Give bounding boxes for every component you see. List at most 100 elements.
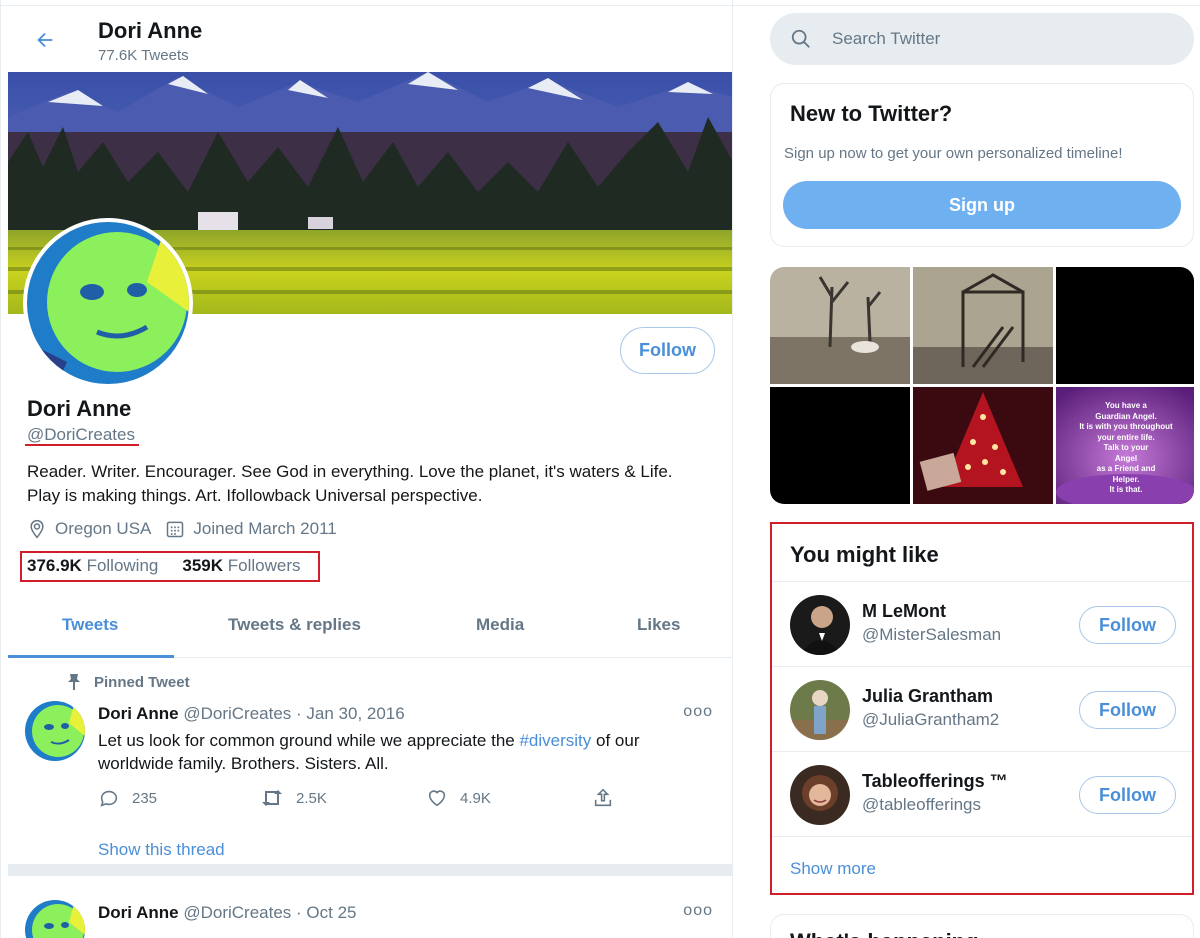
like-count: 4.9K xyxy=(460,789,491,807)
pinned-tweet[interactable]: Pinned Tweet Dori Anne @DoriCreates · Ja… xyxy=(8,659,732,876)
right-sidebar: New to Twitter? Sign up now to get your … xyxy=(733,0,1200,938)
retweet-count: 2.5K xyxy=(296,789,327,807)
search-input[interactable] xyxy=(832,29,1132,49)
angel-line: You have a xyxy=(1105,401,1147,410)
suggestion-avatar[interactable] xyxy=(790,765,850,825)
pinned-label-row: Pinned Tweet xyxy=(66,673,190,691)
tweet-date[interactable]: · Oct 25 xyxy=(296,903,356,922)
suggestion-item[interactable]: M LeMont @MisterSalesman Follow xyxy=(772,581,1192,666)
active-tab-indicator xyxy=(8,655,174,658)
follow-button[interactable]: Follow xyxy=(620,327,715,374)
retweet-button[interactable]: 2.5K xyxy=(260,787,327,809)
reply-icon xyxy=(100,790,118,807)
suggestion-name[interactable]: M LeMont xyxy=(862,601,946,622)
media-thumb[interactable] xyxy=(913,267,1053,384)
reply-button[interactable]: 235 xyxy=(98,787,157,809)
tab-likes[interactable]: Likes xyxy=(637,615,680,635)
tab-tweets-replies[interactable]: Tweets & replies xyxy=(228,615,361,635)
bio-line-2: Play is making things. Art. Ifollowback … xyxy=(27,486,483,505)
tweet-avatar[interactable] xyxy=(25,701,85,761)
tweet-author-handle: @DoriCreates xyxy=(183,903,292,922)
media-thumb[interactable]: You have a Guardian Angel. It is with yo… xyxy=(1056,387,1194,504)
show-more-row[interactable]: Show more xyxy=(772,836,1192,893)
trends-title: What's happening xyxy=(790,929,979,938)
angel-line: Guardian Angel. xyxy=(1095,411,1157,421)
followers-link[interactable]: 359K Followers xyxy=(182,556,300,576)
tweet-header: Dori Anne @DoriCreates · Jan 30, 2016 xyxy=(98,704,405,724)
hashtag-link[interactable]: #diversity xyxy=(519,731,591,750)
profile-column: Dori Anne 77.6K Tweets Follow Dori Anne … xyxy=(0,0,733,938)
profile-handle: @DoriCreates xyxy=(27,425,135,444)
christmas-tree-image xyxy=(913,387,1053,504)
tweet-author-name[interactable]: Dori Anne xyxy=(98,704,179,723)
profile-bio: Reader. Writer. Encourager. See God in e… xyxy=(27,460,727,508)
suggestion-name[interactable]: Tableofferings ™ xyxy=(862,771,1008,792)
tweet-date[interactable]: · Jan 30, 2016 xyxy=(296,704,405,723)
tweet-more-button[interactable]: ooo xyxy=(683,902,713,920)
follow-stats: 376.9K Following 359K Followers xyxy=(27,556,301,576)
tab-media[interactable]: Media xyxy=(476,615,524,635)
tweet-author-name[interactable]: Dori Anne xyxy=(98,903,179,922)
handle-highlight-underline xyxy=(25,444,139,446)
tweet-author-handle: @DoriCreates xyxy=(183,704,292,723)
suggestion-follow-button[interactable]: Follow xyxy=(1079,776,1176,814)
retweet-icon xyxy=(262,790,282,806)
share-button[interactable] xyxy=(592,787,614,809)
suggestion-avatar[interactable] xyxy=(790,680,850,740)
tweet-avatar-image xyxy=(25,900,85,938)
suggestion-handle: @MisterSalesman xyxy=(862,625,1002,644)
suggestion-avatar-image xyxy=(790,765,850,825)
tab-tweets[interactable]: Tweets xyxy=(62,615,118,635)
suggestion-follow-button[interactable]: Follow xyxy=(1079,606,1176,644)
show-more-link[interactable]: Show more xyxy=(790,859,876,879)
new-to-twitter-card: New to Twitter? Sign up now to get your … xyxy=(770,83,1194,247)
suggestion-item[interactable]: Julia Grantham @JuliaGrantham2 Follow xyxy=(772,666,1192,751)
tweet-avatar[interactable] xyxy=(25,900,85,938)
suggestion-avatar[interactable] xyxy=(790,595,850,655)
suggestion-item[interactable]: Tableofferings ™ @tableofferings Follow xyxy=(772,751,1192,836)
search-bar[interactable] xyxy=(770,13,1194,65)
you-might-like-title: You might like xyxy=(790,542,939,567)
profile-meta: Oregon USA Joined March 2011 xyxy=(27,519,343,539)
tweet-text: Let us look for common ground while we a… xyxy=(98,729,708,775)
location: Oregon USA xyxy=(27,519,151,539)
bio-line-1: Reader. Writer. Encourager. See God in e… xyxy=(27,462,673,481)
suggestion-follow-button[interactable]: Follow xyxy=(1079,691,1176,729)
angel-line: Helper. xyxy=(1112,474,1140,484)
header-name: Dori Anne xyxy=(98,18,203,43)
following-link[interactable]: 376.9K Following xyxy=(27,556,158,576)
location-text: Oregon USA xyxy=(55,519,152,538)
media-thumb[interactable] xyxy=(913,387,1053,504)
like-button[interactable]: 4.9K xyxy=(426,787,491,809)
following-label: Following xyxy=(86,556,159,575)
back-button[interactable] xyxy=(27,22,63,58)
tweet-more-button[interactable]: ooo xyxy=(683,703,713,721)
followers-count: 359K xyxy=(182,556,224,575)
angel-line: as a Friend and xyxy=(1096,464,1156,473)
media-thumb[interactable] xyxy=(770,267,910,384)
arrow-left-icon xyxy=(37,32,53,48)
profile-avatar[interactable] xyxy=(23,218,193,388)
trends-card: What's happening xyxy=(770,914,1194,938)
media-thumb-black[interactable] xyxy=(1056,267,1194,384)
media-thumb-black[interactable] xyxy=(770,387,910,504)
tweet-text-line2: worldwide family. Brothers. Sisters. All… xyxy=(98,754,389,773)
angel-line: It is that. xyxy=(1109,485,1143,494)
suggestion-avatar-image xyxy=(790,595,850,655)
new-to-twitter-text: Sign up now to get your own personalized… xyxy=(784,145,1123,162)
profile-tabs: Tweets Tweets & replies Media Likes xyxy=(8,600,732,658)
heart-icon xyxy=(428,790,446,807)
angel-line: Talk to your xyxy=(1103,443,1149,452)
tweet-text-start: Let us look for common ground while we a… xyxy=(98,731,520,750)
tweet[interactable]: Dori Anne @DoriCreates · Oct 25 ooo xyxy=(8,888,732,938)
angel-line: your entire life. xyxy=(1097,432,1155,442)
joined-date: Joined March 2011 xyxy=(165,519,337,539)
signup-button[interactable]: Sign up xyxy=(783,181,1181,229)
location-pin-icon xyxy=(30,519,44,539)
suggestion-name[interactable]: Julia Grantham xyxy=(862,686,993,707)
suggestion-avatar-image xyxy=(790,680,850,740)
calendar-icon xyxy=(167,521,184,538)
suggestion-handle: @tableofferings xyxy=(862,795,982,814)
show-thread-link[interactable]: Show this thread xyxy=(98,840,225,860)
pin-icon xyxy=(68,674,80,690)
